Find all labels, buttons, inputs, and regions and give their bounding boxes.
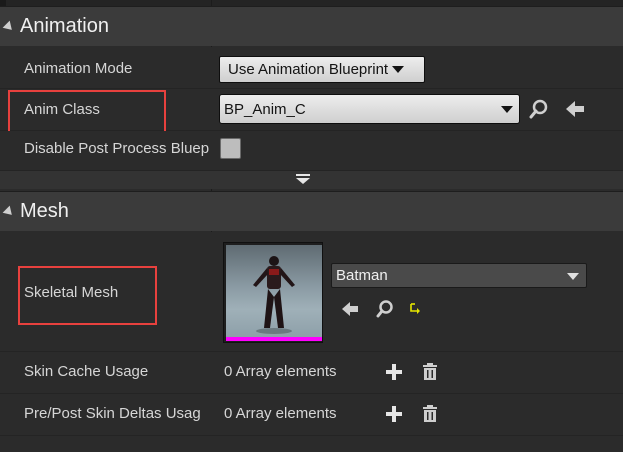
collapse-triangle-icon[interactable] [2, 205, 16, 218]
trash-icon[interactable] [421, 404, 439, 424]
skeletal-mesh-value: Batman [336, 267, 388, 284]
anim-class-value: BP_Anim_C [224, 100, 306, 118]
skin-cache-label: Skin Cache Usage [24, 363, 149, 380]
plus-icon[interactable] [385, 405, 403, 423]
anim-class-dropdown[interactable]: BP_Anim_C [219, 94, 520, 124]
asset-type-color-bar [226, 337, 322, 341]
anim-class-label: Anim Class [24, 101, 100, 118]
skeletal-mesh-label: Skeletal Mesh [24, 284, 119, 301]
animation-category-header[interactable]: Animation [0, 6, 623, 46]
magnifier-icon[interactable] [528, 98, 550, 120]
category-title: Animation [20, 15, 109, 37]
category-title: Mesh [20, 200, 69, 222]
mesh-thumbnail[interactable] [223, 242, 323, 343]
mesh-thumbnail-image [226, 245, 322, 337]
animation-mode-value: Use Animation Blueprint [228, 61, 389, 78]
skin-deltas-value: 0 Array elements [224, 405, 337, 422]
chevron-down-icon [501, 106, 513, 113]
disable-post-process-label: Disable Post Process Bluep [24, 140, 210, 157]
character-figure-icon [253, 256, 295, 334]
panel-bottom [0, 436, 623, 452]
magnifier-icon[interactable] [375, 299, 395, 319]
skeletal-mesh-dropdown[interactable]: Batman [331, 263, 587, 288]
trash-icon[interactable] [421, 362, 439, 382]
skin-cache-value: 0 Array elements [224, 363, 337, 380]
advanced-expand-strip[interactable] [0, 171, 623, 189]
left-arrow-icon[interactable] [564, 98, 586, 120]
disable-post-process-checkbox[interactable] [220, 138, 241, 159]
chevron-down-icon [567, 273, 579, 280]
chevron-down-icon [392, 66, 405, 73]
plus-icon[interactable] [385, 363, 403, 381]
collapse-triangle-icon[interactable] [2, 20, 16, 33]
skin-deltas-label: Pre/Post Skin Deltas Usag [24, 405, 201, 422]
animation-mode-dropdown[interactable]: Use Animation Blueprint [219, 56, 425, 83]
left-arrow-icon[interactable] [340, 299, 360, 319]
mesh-category-header[interactable]: Mesh [0, 191, 623, 231]
animation-mode-label: Animation Mode [24, 60, 133, 77]
reset-to-default-icon[interactable] [408, 301, 422, 315]
double-chevron-down-icon[interactable] [295, 173, 311, 186]
